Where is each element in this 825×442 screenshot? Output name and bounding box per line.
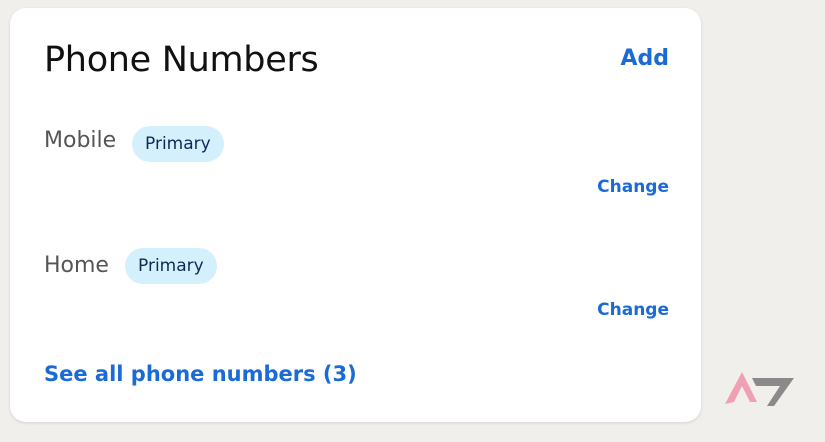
change-home-button[interactable]: Change xyxy=(597,300,669,320)
android-police-logo-icon xyxy=(725,372,794,406)
see-all-phone-numbers-link[interactable]: See all phone numbers (3) xyxy=(44,362,357,386)
card-title: Phone Numbers xyxy=(44,40,319,80)
phone-row-label: Home xyxy=(44,253,109,278)
phone-numbers-card: Phone Numbers Add Mobile Primary Change … xyxy=(10,8,701,422)
phone-row-label: Mobile xyxy=(44,128,117,153)
primary-badge: Primary xyxy=(132,126,224,162)
add-phone-button[interactable]: Add xyxy=(620,46,669,71)
primary-badge: Primary xyxy=(125,248,217,284)
change-mobile-button[interactable]: Change xyxy=(597,177,669,197)
